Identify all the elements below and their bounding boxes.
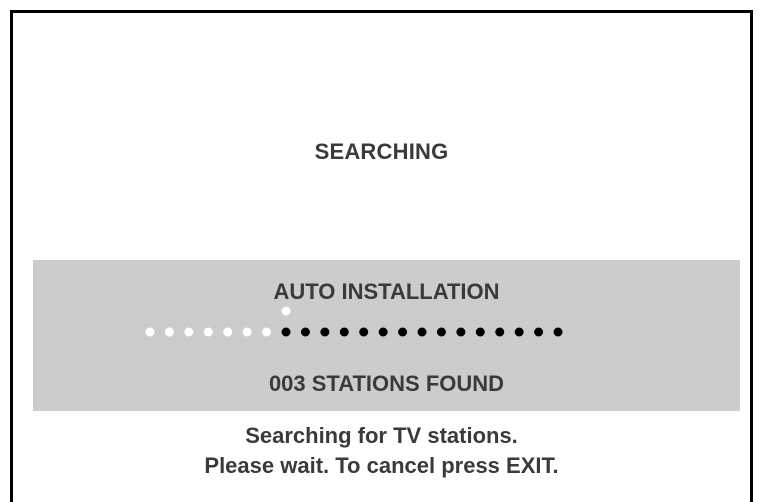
stations-found-count: 003 STATIONS FOUND	[268, 371, 505, 396]
progress-current-marker	[281, 306, 291, 316]
progress-dot-pending	[281, 327, 291, 337]
progress-dot-done	[164, 327, 174, 337]
progress-dot-pending	[300, 327, 310, 337]
cancel-instruction-line: Please wait. To cancel press EXIT.	[204, 453, 559, 478]
progress-dot-pending	[456, 327, 466, 337]
progress-dot-pending	[553, 327, 563, 337]
progress-dot-pending	[320, 327, 330, 337]
progress-dot-done	[262, 327, 272, 337]
progress-dot-done	[184, 327, 194, 337]
searching-title: SEARCHING	[314, 139, 449, 164]
progress-dot-pending	[514, 327, 524, 337]
search-instructions: Searching for TV stations. Please wait. …	[13, 421, 750, 481]
progress-dot-pending	[339, 327, 349, 337]
progress-dot-pending	[417, 327, 427, 337]
progress-dot-pending	[398, 327, 408, 337]
progress-dot-done	[242, 327, 252, 337]
progress-dot-done	[203, 327, 213, 337]
progress-dot-pending	[436, 327, 446, 337]
progress-dot-pending	[534, 327, 544, 337]
progress-dot-pending	[359, 327, 369, 337]
progress-dot-pending	[475, 327, 485, 337]
progress-dot-pending	[378, 327, 388, 337]
search-status-line: Searching for TV stations.	[245, 423, 518, 448]
progress-dot-pending	[495, 327, 505, 337]
progress-dot-done	[145, 327, 155, 337]
auto-installation-panel: AUTO INSTALLATION 003 STATIONS FOUND	[33, 260, 740, 411]
tv-menu-frame: SEARCHING AUTO INSTALLATION 003 STATIONS…	[10, 10, 753, 502]
progress-dot-done	[223, 327, 233, 337]
